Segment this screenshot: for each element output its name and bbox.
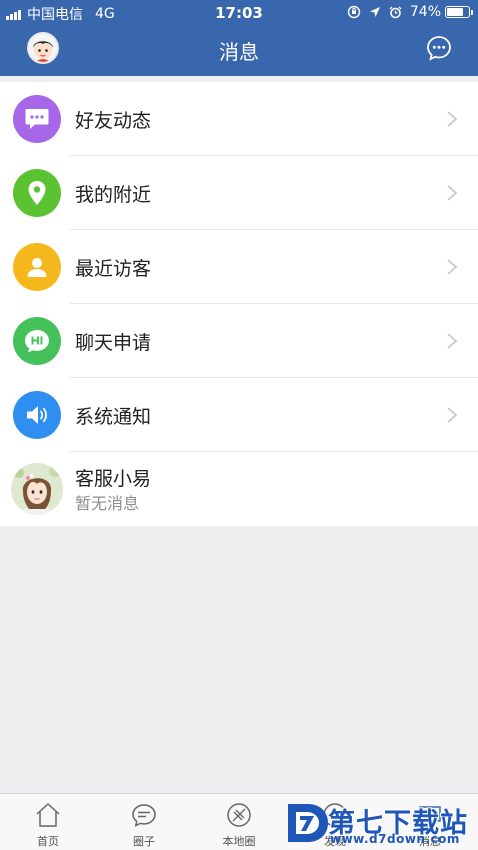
location-pin-icon <box>13 169 61 217</box>
page-title: 消息 <box>219 40 259 64</box>
home-icon <box>36 803 60 827</box>
list-item-chat-requests[interactable]: 聊天申请 <box>0 304 478 378</box>
chevron-right-icon <box>447 407 458 423</box>
watermark-logo-icon <box>288 804 328 842</box>
list-item-label: 最近访客 <box>75 258 152 280</box>
person-icon <box>13 243 61 291</box>
status-right: 74% <box>340 4 473 20</box>
chat-bubble-icon[interactable] <box>425 34 453 62</box>
list-item-label: 系统通知 <box>75 406 152 428</box>
tab-label: 圈子 <box>133 835 155 848</box>
watermark: 第七下载站 www.d7down.com <box>282 796 478 850</box>
list-item-recent-visitors[interactable]: 最近访客 <box>0 230 478 304</box>
message-list: 好友动态 我的附近 最近访客 聊天申请 系统通知 客服小易 暂无消息 <box>0 82 478 526</box>
list-item-label: 我的附近 <box>75 184 152 206</box>
speaker-icon <box>13 391 61 439</box>
chevron-right-icon <box>447 333 458 349</box>
list-item-friend-feed[interactable]: 好友动态 <box>0 82 478 156</box>
tab-local[interactable]: 本地圈 <box>191 794 287 850</box>
list-item-contact[interactable]: 客服小易 暂无消息 <box>0 452 478 526</box>
chevron-right-icon <box>447 111 458 127</box>
contact-avatar <box>11 463 63 515</box>
alarm-icon <box>389 5 403 19</box>
list-item-label: 好友动态 <box>75 110 152 132</box>
contact-name: 客服小易 <box>75 468 152 490</box>
list-item-label: 聊天申请 <box>75 332 152 354</box>
list-item-nearby[interactable]: 我的附近 <box>0 156 478 230</box>
orientation-lock-icon <box>347 5 361 19</box>
tab-label: 首页 <box>37 835 59 848</box>
tab-label: 本地圈 <box>222 835 256 848</box>
chat-bubble-icon <box>132 804 156 827</box>
chevron-right-icon <box>447 259 458 275</box>
contact-preview: 暂无消息 <box>75 494 140 513</box>
location-icon <box>368 5 382 19</box>
battery-percent: 74% <box>409 4 441 20</box>
chevron-right-icon <box>447 185 458 201</box>
hi-bubble-icon <box>13 317 61 365</box>
tab-circle[interactable]: 圈子 <box>96 794 192 850</box>
list-item-system-notice[interactable]: 系统通知 <box>0 378 478 452</box>
chat-dots-icon <box>13 95 61 143</box>
tab-home[interactable]: 首页 <box>0 794 96 850</box>
top-bar: 中国电信 4G 17:03 74% 消息 <box>0 0 478 76</box>
status-bar: 中国电信 4G 17:03 74% <box>0 0 478 24</box>
nav-bar: 消息 <box>0 24 478 76</box>
watermark-url: www.d7down.com <box>330 832 460 846</box>
battery-icon <box>445 6 473 18</box>
compass-icon <box>227 803 251 827</box>
